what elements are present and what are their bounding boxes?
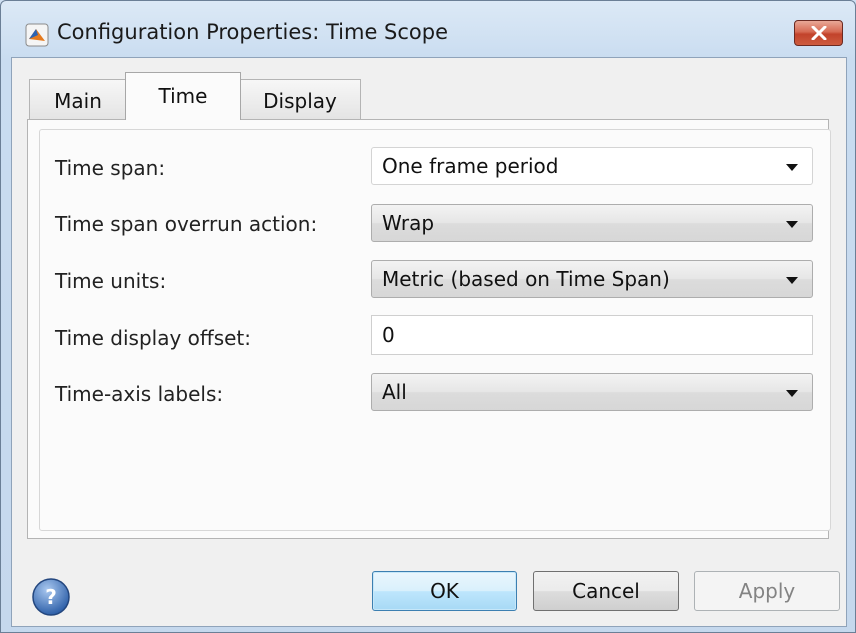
- apply-button[interactable]: Apply: [694, 571, 840, 611]
- help-icon[interactable]: ?: [31, 577, 71, 617]
- chevron-down-icon: [786, 164, 798, 171]
- axis-labels-dropdown[interactable]: All: [371, 373, 813, 411]
- time-units-label: Time units:: [55, 269, 167, 293]
- display-offset-label: Time display offset:: [55, 326, 251, 350]
- axis-labels-value: All: [382, 380, 407, 404]
- tab-time[interactable]: Time: [125, 72, 241, 120]
- axis-labels-label: Time-axis labels:: [55, 382, 224, 406]
- display-offset-input[interactable]: 0: [371, 315, 813, 355]
- time-span-value: One frame period: [382, 154, 559, 178]
- tab-display[interactable]: Display: [239, 79, 361, 119]
- time-units-value: Metric (based on Time Span): [382, 267, 670, 291]
- time-span-dropdown[interactable]: One frame period: [371, 147, 813, 185]
- chevron-down-icon: [786, 390, 798, 397]
- help-glyph: ?: [45, 585, 57, 609]
- overrun-action-dropdown[interactable]: Wrap: [371, 204, 813, 242]
- title-bar[interactable]: Configuration Properties: Time Scope: [1, 1, 855, 47]
- time-units-dropdown[interactable]: Metric (based on Time Span): [371, 260, 813, 298]
- matlab-app-icon: [25, 23, 49, 47]
- close-icon: [811, 26, 826, 40]
- overrun-action-label: Time span overrun action:: [55, 212, 318, 236]
- chevron-down-icon: [786, 221, 798, 228]
- close-button[interactable]: [794, 20, 843, 46]
- cancel-button[interactable]: Cancel: [533, 571, 679, 611]
- tab-main[interactable]: Main: [29, 79, 127, 119]
- ok-button[interactable]: OK: [372, 571, 517, 611]
- chevron-down-icon: [786, 277, 798, 284]
- overrun-action-value: Wrap: [382, 211, 435, 235]
- dialog-window: Configuration Properties: Time Scope Mai…: [0, 0, 856, 633]
- time-span-label: Time span:: [55, 156, 166, 180]
- window-title: Configuration Properties: Time Scope: [57, 20, 449, 44]
